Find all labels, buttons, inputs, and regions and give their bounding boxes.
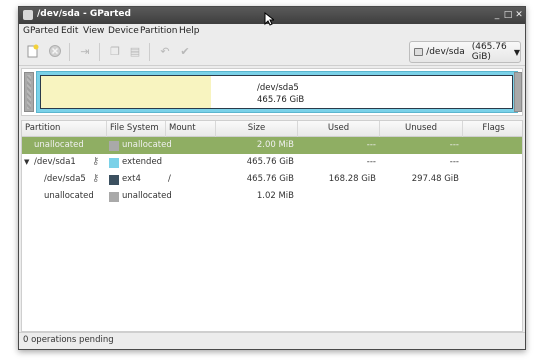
partition-name: /dev/sda1 (34, 157, 76, 167)
toolbar-separator (99, 43, 100, 61)
fs-color-swatch (109, 141, 119, 151)
partition-map: /dev/sda5 465.76 GiB (21, 68, 523, 116)
column-mount-point[interactable]: Mount Point (166, 121, 216, 148)
window-title: /dev/sda - GParted (37, 9, 131, 19)
resize-move-icon[interactable]: ⇥ (77, 43, 93, 59)
menu-view[interactable]: View (83, 26, 104, 36)
table-row[interactable]: /dev/sda5 ⚷ ext4 / 465.76 GiB 168.28 GiB… (22, 171, 522, 188)
column-partition[interactable]: Partition (22, 121, 107, 137)
fs-color-swatch (109, 175, 119, 185)
device-name: /dev/sda (426, 47, 465, 57)
device-selector[interactable]: /dev/sda (465.76 GiB) ▼ (409, 41, 521, 63)
unused-value: --- (449, 157, 459, 167)
partition-map-unallocated-end[interactable] (514, 72, 522, 112)
used-value: 168.28 GiB (328, 174, 376, 184)
mouse-cursor-icon (264, 12, 274, 26)
partition-name: unallocated (44, 191, 94, 201)
chevron-down-icon: ▼ (513, 47, 520, 57)
gparted-window: /dev/sda - GParted _ □ ✕ GParted Edit Vi… (18, 6, 526, 350)
file-system: ext4 (122, 174, 141, 184)
partition-map-unallocated-start[interactable] (24, 72, 34, 112)
column-used[interactable]: Used (298, 121, 380, 137)
menu-edit[interactable]: Edit (61, 26, 78, 36)
unused-value (380, 188, 459, 205)
device-size: (465.76 GiB) (471, 42, 507, 62)
key-icon: ⚷ (92, 156, 100, 167)
table-row[interactable]: unallocated unallocated 1.02 MiB (22, 188, 522, 205)
fs-color-swatch (109, 158, 119, 168)
partition-name: unallocated (34, 140, 84, 150)
mount-point: / (168, 174, 171, 184)
partition-map-sda5[interactable]: /dev/sda5 465.76 GiB (40, 75, 513, 109)
copy-icon[interactable]: ❐ (107, 43, 123, 59)
column-flags[interactable]: Flags (463, 121, 524, 137)
used-value (298, 188, 376, 205)
apply-icon[interactable]: ✔ (177, 43, 193, 59)
menu-help[interactable]: Help (179, 26, 200, 36)
status-bar: 0 operations pending (19, 332, 525, 349)
disk-icon (414, 48, 424, 56)
partition-name: /dev/sda5 (44, 174, 86, 184)
menu-device[interactable]: Device (108, 26, 139, 36)
menu-partition[interactable]: Partition (140, 26, 178, 36)
partition-map-used-space (41, 76, 211, 108)
partition-table: Partition File System Mount Point Size U… (21, 120, 523, 332)
toolbar-separator (149, 43, 150, 61)
file-system: unallocated (122, 191, 172, 201)
file-system: extended (122, 157, 163, 167)
delete-icon[interactable] (47, 43, 63, 59)
size-value: 465.76 GiB (246, 157, 294, 167)
column-size[interactable]: Size (216, 121, 298, 137)
unused-value: 297.48 GiB (411, 174, 459, 184)
paste-icon[interactable]: ▤ (127, 43, 143, 59)
used-value: --- (366, 157, 376, 167)
table-header: Partition File System Mount Point Size U… (22, 121, 524, 148)
fs-color-swatch (109, 192, 119, 202)
undo-icon[interactable]: ↶ (157, 43, 173, 59)
file-system: unallocated (122, 140, 172, 150)
new-icon[interactable] (25, 43, 41, 59)
partition-map-name: /dev/sda5 (257, 83, 299, 93)
app-icon (23, 10, 33, 20)
menu-bar: GParted Edit View Device Partition Help (19, 24, 525, 38)
size-value: 465.76 GiB (246, 174, 294, 184)
key-icon: ⚷ (92, 173, 100, 184)
toolbar: ⇥ ❐ ▤ ↶ ✔ /dev/sda (465.76 GiB) ▼ (19, 38, 525, 66)
toolbar-separator (69, 43, 70, 61)
close-icon[interactable]: ✕ (513, 9, 525, 21)
size-value: 1.02 MiB (256, 191, 294, 201)
table-row[interactable]: ▼ /dev/sda1 ⚷ extended 465.76 GiB --- --… (22, 154, 522, 171)
menu-gparted[interactable]: GParted (23, 26, 59, 36)
partition-map-size: 465.76 GiB (257, 95, 305, 105)
size-value: 2.00 MiB (256, 140, 294, 150)
column-file-system[interactable]: File System (107, 121, 166, 137)
partition-map-label: /dev/sda5 465.76 GiB (257, 82, 304, 106)
table-row[interactable]: unallocated unallocated 2.00 MiB --- --- (22, 137, 522, 154)
column-unused[interactable]: Unused (380, 121, 463, 137)
used-value: --- (366, 140, 376, 150)
unused-value: --- (449, 140, 459, 150)
chevron-down-icon[interactable]: ▼ (24, 158, 29, 166)
